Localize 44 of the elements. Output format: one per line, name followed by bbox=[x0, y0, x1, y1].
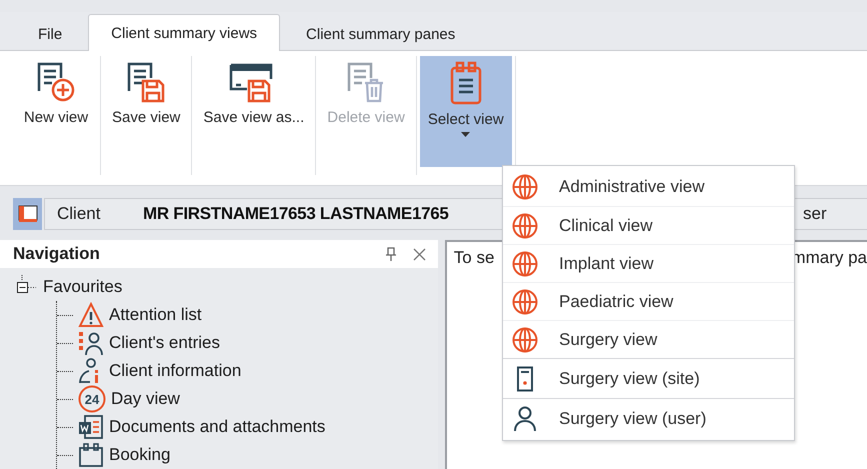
client-panel-button[interactable] bbox=[13, 198, 42, 230]
ribbon-button[interactable]: Save view bbox=[104, 56, 188, 167]
person-icon bbox=[513, 406, 537, 432]
person-list-icon bbox=[78, 330, 104, 356]
ribbon-tab[interactable]: Client summary panes bbox=[280, 17, 482, 51]
globe-icon bbox=[512, 174, 538, 200]
close-icon[interactable] bbox=[412, 248, 426, 260]
menu-item[interactable]: Surgery view (user) bbox=[503, 398, 794, 438]
save-document-icon bbox=[126, 61, 166, 103]
server-icon bbox=[516, 366, 534, 392]
menu-item[interactable]: Surgery view (site) bbox=[503, 358, 794, 398]
ribbon-tab[interactable]: File bbox=[12, 17, 88, 51]
client-name: MR FIRSTNAME17653 LASTNAME1765 bbox=[143, 204, 449, 224]
tree-item[interactable]: Client's entries bbox=[109, 333, 220, 353]
menu-item[interactable]: Implant view bbox=[503, 244, 794, 282]
menu-item[interactable]: Administrative view bbox=[503, 168, 794, 206]
menu-item[interactable]: Paediatric view bbox=[503, 282, 794, 320]
panel-title: Navigation bbox=[13, 244, 101, 264]
ribbon-button[interactable]: Save view as... bbox=[195, 56, 312, 167]
new-document-icon bbox=[36, 61, 76, 103]
globe-icon bbox=[512, 212, 538, 238]
client-field-text: ser bbox=[803, 204, 828, 224]
globe-icon bbox=[512, 288, 538, 314]
ribbon-button[interactable]: New view bbox=[15, 56, 97, 167]
menu-item[interactable]: Clinical view bbox=[503, 206, 794, 244]
tree-item[interactable]: Client information bbox=[109, 361, 242, 381]
warning-icon bbox=[78, 302, 104, 328]
calendar-icon bbox=[78, 442, 104, 468]
globe-icon bbox=[512, 250, 538, 276]
ribbon-tab[interactable]: Client summary views bbox=[88, 14, 280, 51]
ribbon-button[interactable]: Select view bbox=[420, 56, 512, 167]
tree-item[interactable]: Favourites bbox=[43, 277, 122, 297]
day-badge-icon: 24 bbox=[78, 385, 106, 413]
tree-item[interactable]: Day view bbox=[111, 389, 180, 409]
globe-icon bbox=[512, 326, 538, 352]
client-label: Client bbox=[57, 204, 102, 224]
tree-item[interactable]: Attention list bbox=[109, 305, 202, 325]
tree-item[interactable]: Documents and attachments bbox=[109, 417, 326, 437]
tree-item[interactable]: Booking bbox=[109, 445, 170, 465]
word-document-icon bbox=[78, 414, 104, 440]
pin-icon[interactable] bbox=[384, 247, 397, 261]
menu-item[interactable]: Surgery view bbox=[503, 320, 794, 358]
content-text: To se bbox=[454, 248, 494, 269]
panel-icon bbox=[18, 205, 38, 223]
